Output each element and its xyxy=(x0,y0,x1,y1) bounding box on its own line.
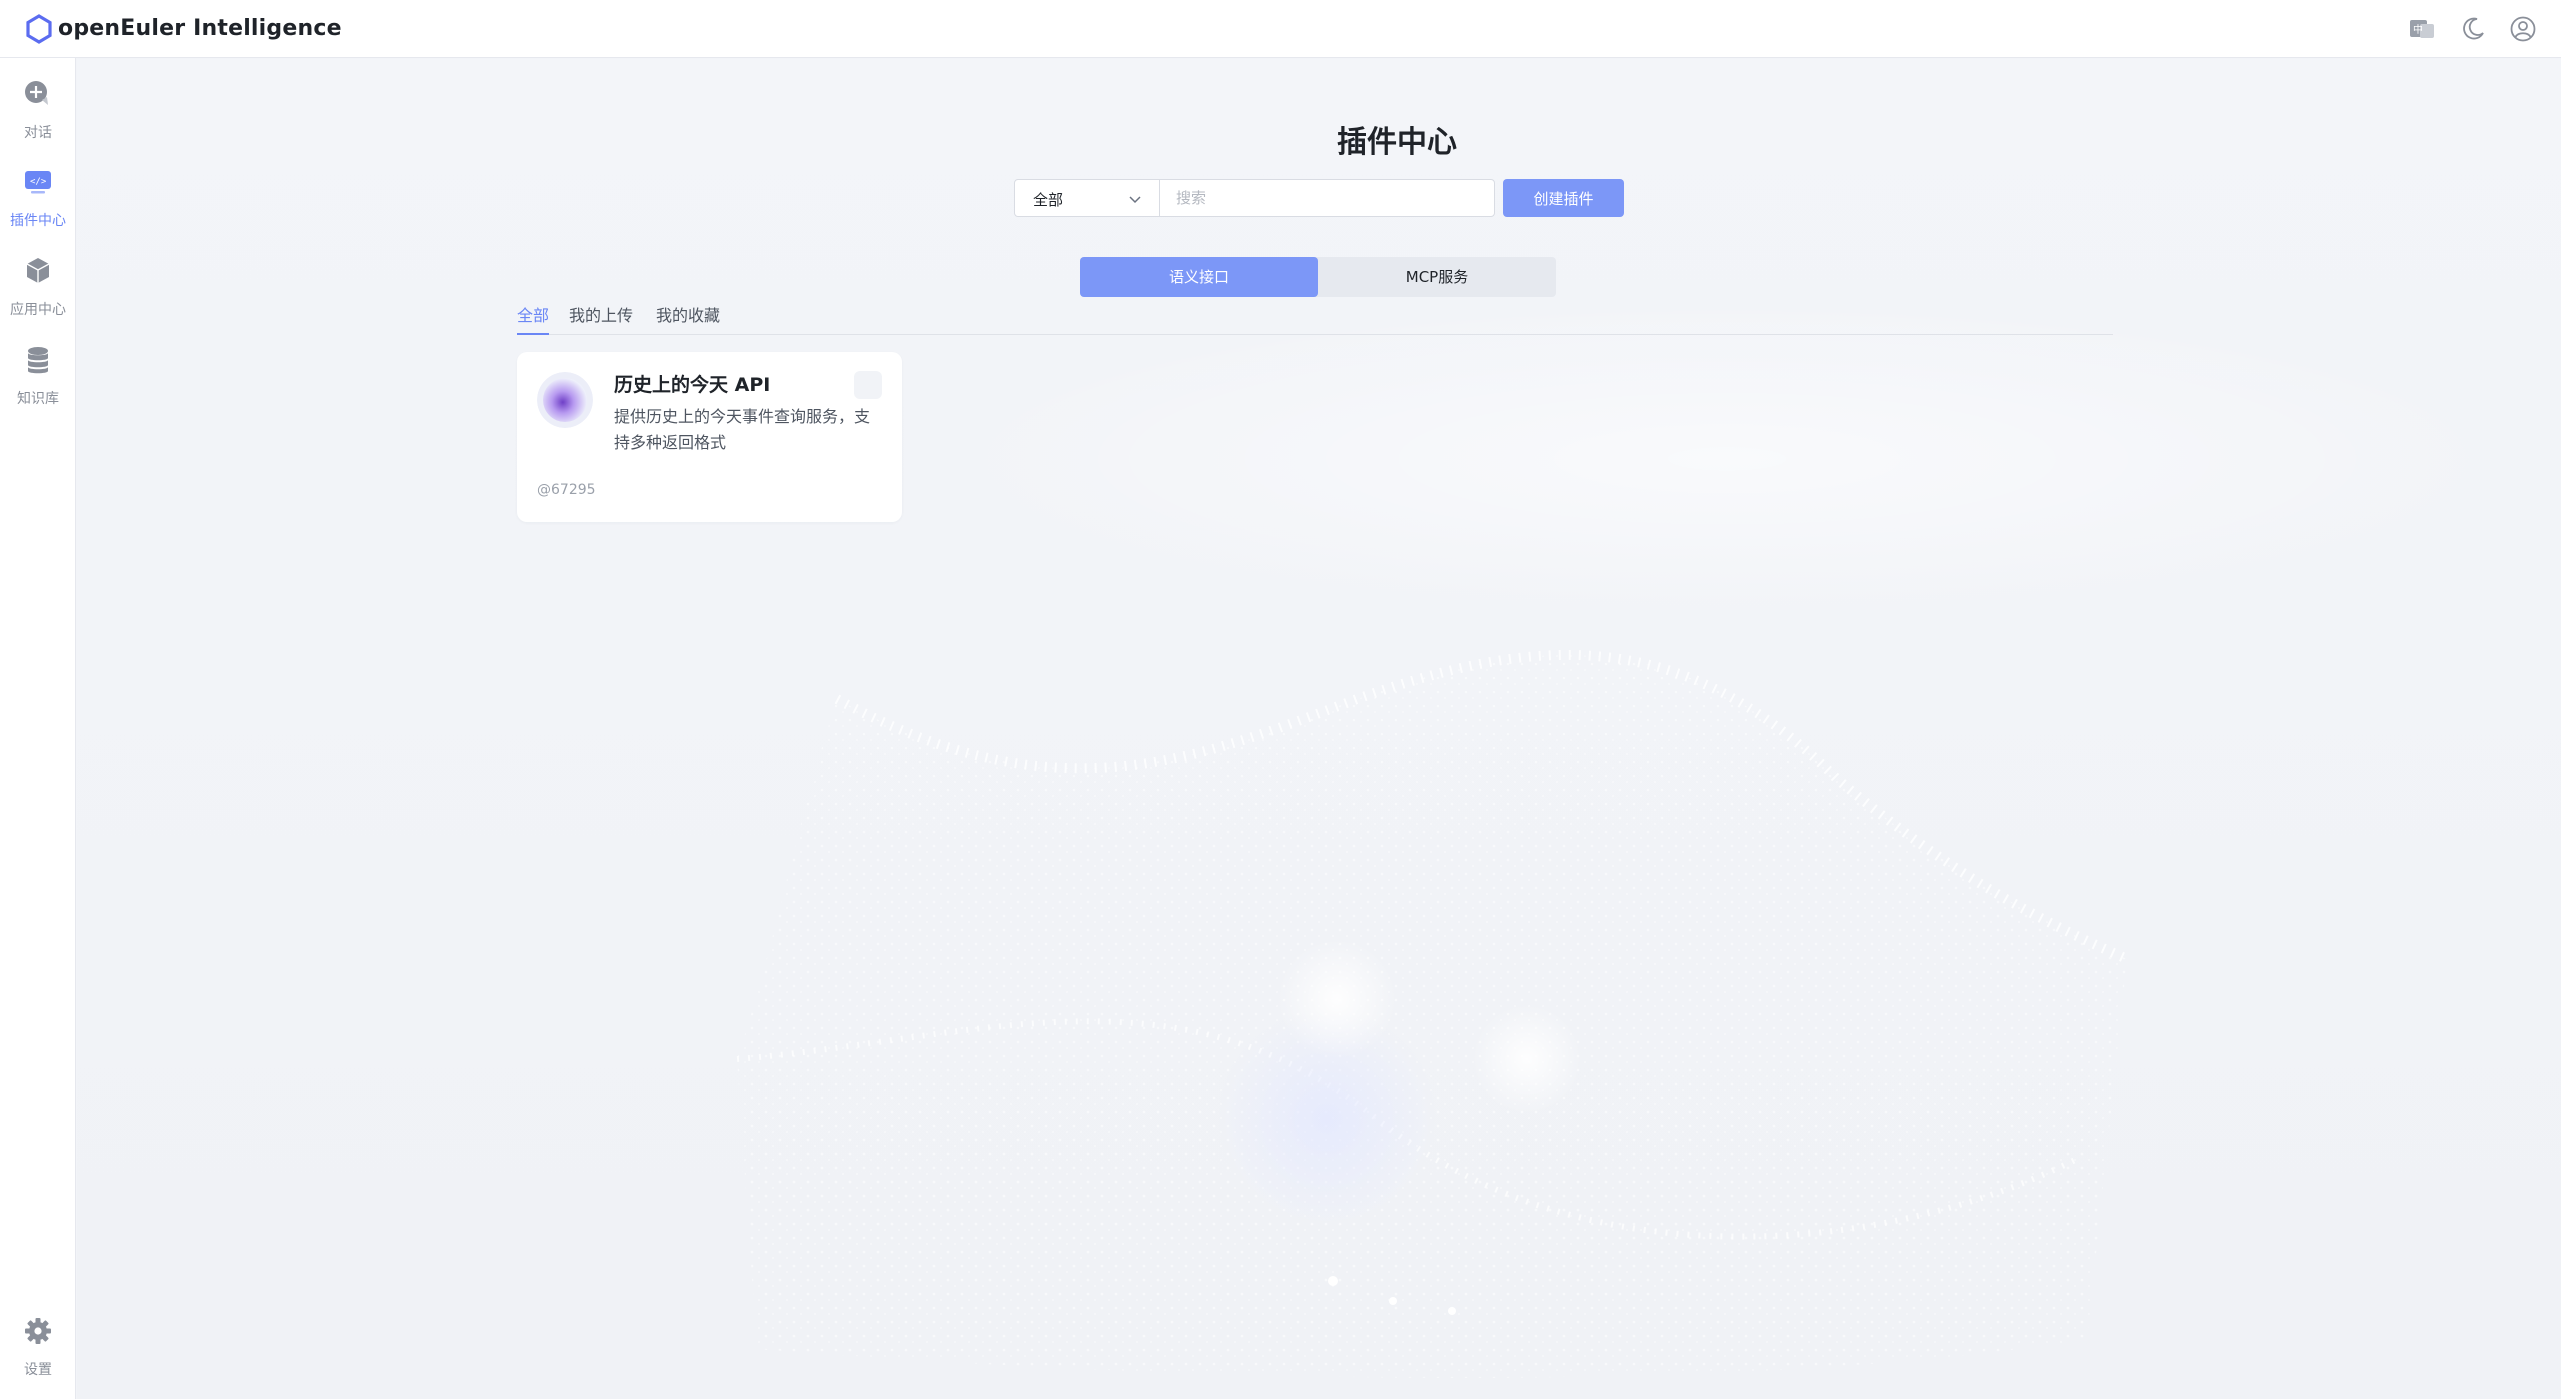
plugin-tabs: 全部 我的上传 我的收藏 xyxy=(517,302,2113,335)
app-title: openEuler Intelligence xyxy=(58,16,342,41)
sidebar-item-label: 知识库 xyxy=(17,391,59,407)
openeuler-logo xyxy=(26,14,52,44)
sidebar: 对话 </> 插件中心 应用中心 知识库 设置 xyxy=(0,58,76,1399)
sidebar-item-label: 应用中心 xyxy=(10,302,66,318)
segment-mcp-service[interactable]: MCP服务 xyxy=(1318,257,1556,297)
sidebar-item-knowledge-base[interactable]: 知识库 xyxy=(0,334,76,414)
plugin-type-switch: 语义接口 MCP服务 xyxy=(1080,257,1556,297)
favorite-toggle[interactable] xyxy=(854,371,882,399)
cube-icon xyxy=(26,258,50,283)
sidebar-item-label: 设置 xyxy=(24,1362,52,1378)
sidebar-item-plugin-center[interactable]: </> 插件中心 xyxy=(0,156,76,236)
search-input[interactable] xyxy=(1159,179,1495,217)
tab-my-favorites[interactable]: 我的收藏 xyxy=(656,302,720,333)
plugin-card-title: 历史上的今天 API xyxy=(614,374,771,396)
language-icon[interactable]: 中 xyxy=(2408,15,2436,43)
plugin-card[interactable]: 历史上的今天 API 提供历史上的今天事件查询服务，支持多种返回格式 @6729… xyxy=(517,352,902,522)
svg-text:</>: </> xyxy=(30,177,47,187)
tab-my-uploads[interactable]: 我的上传 xyxy=(569,302,633,333)
svg-text:中: 中 xyxy=(2413,23,2423,36)
tab-all[interactable]: 全部 xyxy=(517,302,550,335)
gear-icon xyxy=(25,1318,51,1344)
plugin-code-icon: </> xyxy=(25,171,51,194)
sidebar-item-label: 对话 xyxy=(24,125,52,141)
plugin-avatar xyxy=(537,372,593,428)
sidebar-item-settings[interactable]: 设置 xyxy=(0,1305,76,1385)
sidebar-item-app-center[interactable]: 应用中心 xyxy=(0,245,76,325)
moon-icon[interactable] xyxy=(2459,15,2487,43)
user-icon[interactable] xyxy=(2509,15,2537,43)
main-content: 插件中心 全部 创建插件 语义接口 MCP服务 全部 我的上传 我的收藏 xyxy=(77,59,2561,1399)
segment-semantic-api[interactable]: 语义接口 xyxy=(1080,257,1318,297)
category-filter-select[interactable]: 全部 xyxy=(1014,179,1160,217)
sidebar-item-label: 插件中心 xyxy=(10,213,66,229)
database-icon xyxy=(28,347,48,374)
create-plugin-button[interactable]: 创建插件 xyxy=(1503,179,1624,217)
page-title: 插件中心 xyxy=(1337,125,1457,160)
chat-plus-icon xyxy=(25,81,48,105)
plugin-card-description: 提供历史上的今天事件查询服务，支持多种返回格式 xyxy=(614,407,871,452)
plugin-card-author: @67295 xyxy=(537,482,596,498)
top-bar: openEuler Intelligence 中 xyxy=(0,0,2561,58)
filter-selected-value: 全部 xyxy=(1033,191,1064,209)
sidebar-item-chat[interactable]: 对话 xyxy=(0,68,76,148)
chevron-down-icon xyxy=(1129,196,1141,204)
